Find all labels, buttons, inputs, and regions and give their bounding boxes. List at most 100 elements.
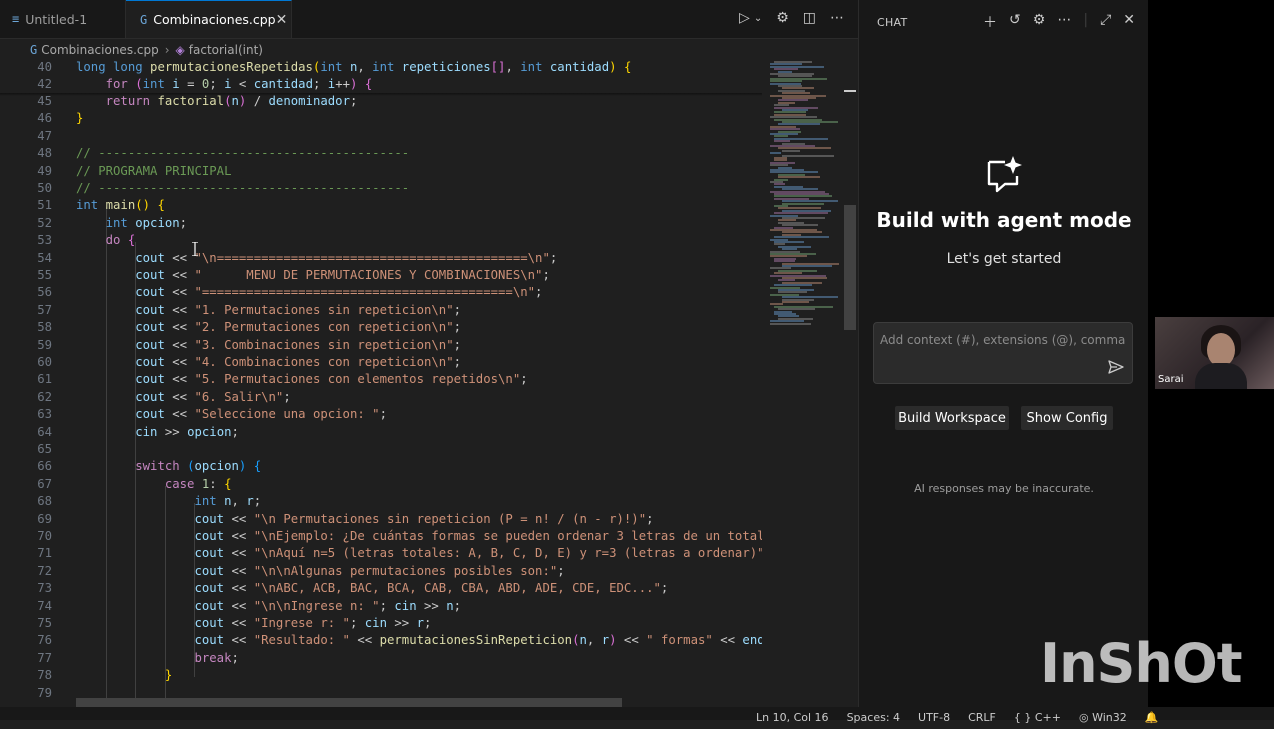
code-line[interactable]: 57 cout << "1. Permutaciones sin repetic…	[0, 302, 762, 319]
code-line[interactable]: 74 cout << "\n\nIngrese n: "; cin >> n;	[0, 598, 762, 615]
line-number: 62	[37, 389, 52, 404]
more-icon[interactable]: ⋯	[1057, 12, 1071, 32]
minimap-line	[782, 149, 801, 152]
inshot-watermark: InShOt	[1040, 632, 1243, 695]
code-line[interactable]: 53 do {	[0, 232, 762, 249]
code-line[interactable]: 72 cout << "\n\nAlgunas permutaciones po…	[0, 563, 762, 580]
code-text: cout << "\n Permutaciones sin repeticion…	[194, 511, 654, 526]
code-text: cout << "\nABC, ACB, BAC, BCA, CAB, CBA,…	[194, 581, 669, 596]
code-line[interactable]: 54 cout << "\n==========================…	[0, 250, 762, 267]
gear-icon[interactable]: ⚙	[776, 10, 789, 26]
horizontal-scrollbar[interactable]	[76, 698, 622, 707]
code-line[interactable]: 70 cout << "\nEjemplo: ¿De cuántas forma…	[0, 528, 762, 545]
code-line[interactable]: 52 int opcion;	[0, 215, 762, 232]
code-text: cout << "Ingrese r: "; cin >> r;	[194, 616, 432, 630]
breadcrumb: G Combinaciones.cpp › ◈ factorial(int)	[0, 39, 858, 61]
code-text: cout << "6. Salir\n";	[135, 389, 291, 404]
line-number: 66	[37, 459, 52, 474]
notifications-icon[interactable]: 🔔	[1145, 707, 1159, 729]
code-line[interactable]: 76 cout << "Resultado: " << permutacione…	[0, 632, 762, 649]
gear-icon[interactable]: ⚙	[1033, 12, 1046, 32]
plus-icon[interactable]: ＋	[983, 12, 997, 32]
line-number: 74	[37, 598, 52, 613]
code-text: cout << "\nAquí n=5 (letras totales: A, …	[194, 546, 762, 561]
code-line[interactable]: 63 cout << "Seleccione una opcion: ";	[0, 406, 762, 423]
code-text: cout << "5. Permutaciones con elementos …	[135, 372, 528, 387]
tab-combinaciones-cpp[interactable]: G Combinaciones.cpp ✕	[126, 0, 292, 38]
language-mode[interactable]: { } C++	[1014, 707, 1061, 729]
close-icon[interactable]: ✕	[276, 12, 288, 28]
code-line[interactable]: 60 cout << "4. Combinaciones con repetic…	[0, 354, 762, 371]
code-text: cout << "\n\nIngrese n: "; cin >> n;	[194, 598, 462, 613]
code-line[interactable]: 55 cout << " MENU DE PERMUTACIONES Y COM…	[0, 267, 762, 284]
webcam-overlay: Sarai	[1155, 317, 1274, 389]
code-line[interactable]: 40 long long permutacionesRepetidas(int n…	[0, 59, 762, 76]
code-line[interactable]: 71 cout << "\nAquí n=5 (letras totales: …	[0, 545, 762, 562]
code-text: int main() {	[76, 198, 165, 213]
more-icon[interactable]: ⋯	[830, 10, 844, 26]
code-line[interactable]: 51 int main() {	[0, 197, 762, 214]
code-text: case 1: {	[164, 476, 232, 491]
code-line[interactable]: 64 cin >> opcion;	[0, 424, 762, 441]
encoding[interactable]: UTF-8	[918, 707, 950, 729]
line-number: 61	[37, 372, 52, 387]
line-number: 51	[37, 198, 52, 213]
code-line[interactable]: 46}	[0, 110, 762, 127]
code-text: cout << "\n=============================…	[135, 250, 558, 265]
code-line[interactable]: 49 // PROGRAMA PRINCIPAL	[0, 163, 762, 180]
show-config-button[interactable]: Show Config	[1021, 406, 1113, 430]
split-editor-icon[interactable]: ◫	[803, 10, 816, 26]
chevron-down-icon[interactable]: ⌄	[754, 13, 762, 26]
minimap-line	[770, 322, 811, 325]
code-line[interactable]: 78 }	[0, 667, 762, 684]
platform[interactable]: ◎ Win32	[1079, 707, 1127, 729]
code-line[interactable]: 59 cout << "3. Combinaciones sin repetic…	[0, 337, 762, 354]
code-line[interactable]: 73 cout << "\nABC, ACB, BAC, BCA, CAB, C…	[0, 580, 762, 597]
line-number: 72	[37, 563, 52, 578]
tab-untitled-1[interactable]: ≡ Untitled-1	[0, 0, 126, 38]
code-line[interactable]: 66 switch (opcion) {	[0, 458, 762, 475]
code-text: cout << "4. Combinaciones con repeticion…	[135, 355, 462, 369]
history-icon[interactable]: ↺	[1009, 12, 1021, 32]
line-number: 69	[37, 511, 52, 526]
code-line[interactable]: 65	[0, 441, 762, 458]
line-ending[interactable]: CRLF	[968, 707, 996, 729]
minimap[interactable]	[766, 59, 844, 359]
code-line[interactable]: 58 cout << "2. Permutaciones con repetic…	[0, 319, 762, 336]
breadcrumb-symbol[interactable]: factorial(int)	[189, 43, 263, 57]
code-text: // PROGRAMA PRINCIPAL	[76, 163, 232, 178]
chat-input[interactable]: Add context (#), extensions (@), command…	[873, 322, 1133, 384]
code-line[interactable]: 69 cout << "\n Permutaciones sin repetic…	[0, 511, 762, 528]
method-icon: ◈	[175, 43, 185, 57]
minimap-line	[782, 202, 824, 205]
cpp-file-icon: G	[140, 12, 148, 27]
code-line[interactable]: 75 cout << "Ingrese r: "; cin >> r;	[0, 615, 762, 632]
code-line[interactable]: 42 for (int i = 0; i < cantidad; i++) {	[0, 76, 762, 93]
indentation[interactable]: Spaces: 4	[847, 707, 900, 729]
build-workspace-button[interactable]: Build Workspace	[895, 406, 1009, 430]
line-number: 75	[37, 616, 52, 630]
line-number: 59	[37, 337, 52, 352]
braces-icon: { }	[1013, 711, 1032, 724]
code-line[interactable]: 61 cout << "5. Permutaciones con element…	[0, 371, 762, 388]
code-text: // -------------------------------------…	[76, 181, 410, 195]
code-line[interactable]: 67 case 1: {	[0, 476, 762, 493]
code-line[interactable]: 68 int n, r;	[0, 493, 762, 510]
code-line[interactable]: 47	[0, 128, 762, 145]
code-line[interactable]: 56 cout << "============================…	[0, 284, 762, 301]
code-editor[interactable]: 45 return factorial(n) / denominador; 46}…	[0, 59, 762, 707]
code-text: }	[76, 111, 84, 126]
code-line[interactable]: 50 // -----------------------------------…	[0, 180, 762, 197]
code-line[interactable]: 62 cout << "6. Salir\n";	[0, 389, 762, 406]
run-icon[interactable]: ▷	[739, 10, 750, 26]
code-line[interactable]: 77 break;	[0, 650, 762, 667]
breadcrumb-file[interactable]: Combinaciones.cpp	[41, 43, 158, 57]
cursor-position[interactable]: Ln 10, Col 16	[756, 707, 829, 729]
vertical-scrollbar[interactable]	[844, 205, 856, 330]
line-number: 40	[37, 60, 52, 74]
maximize-icon[interactable]: ⤢	[1100, 12, 1111, 32]
editor-actions: ▷ ⌄ ⚙ ◫ ⋯	[739, 10, 844, 26]
code-line[interactable]: 48 // -----------------------------------…	[0, 145, 762, 162]
close-icon[interactable]: ✕	[1123, 12, 1135, 32]
send-icon[interactable]	[1108, 359, 1124, 375]
